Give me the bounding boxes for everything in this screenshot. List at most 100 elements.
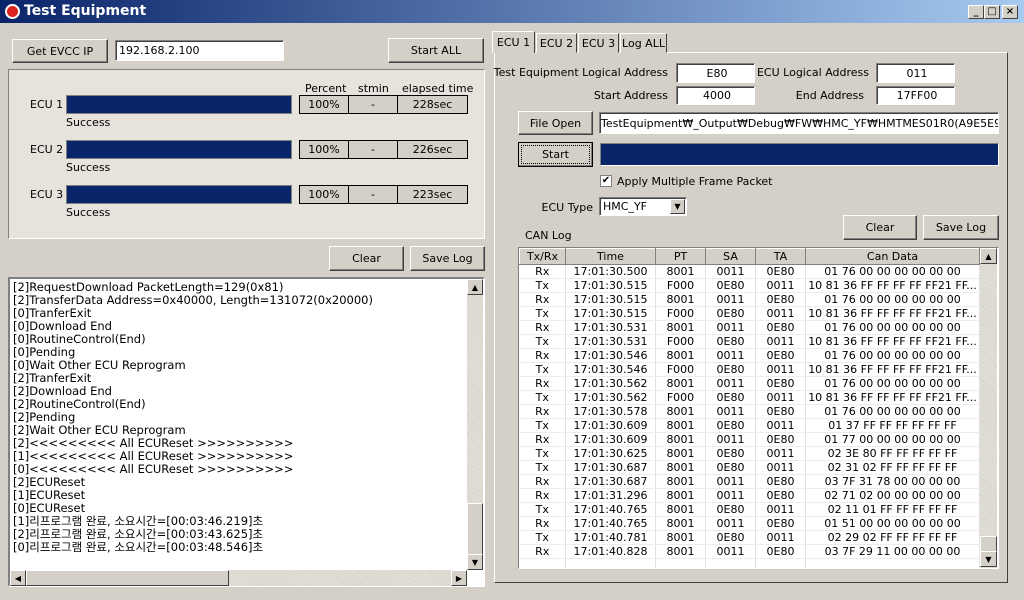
table-row[interactable]: Tx 17:01:30.562 F000 0E80 0011 10 81 36 FF FF… (519, 390, 980, 405)
table-row[interactable]: Tx 17:01:30.687 8001 0E80 0011 02 31 02 FF FF… (519, 460, 980, 475)
table-row[interactable]: Tx 17:01:30.515 F000 0E80 0011 10 81 36 FF FF… (519, 306, 980, 321)
scroll-thumb[interactable] (980, 536, 997, 552)
table-row[interactable]: Tx 17:01:30.546 F000 0E80 0011 10 81 36 FF FF… (519, 362, 980, 377)
table-cell: F000 (655, 334, 706, 349)
file-open-button[interactable]: File Open (518, 111, 593, 135)
table-cell: Rx (519, 264, 566, 279)
table-row[interactable]: Tx 17:01:30.625 8001 0E80 0011 02 3E 80 FF FF… (519, 446, 980, 461)
minimize-button[interactable]: _ (968, 5, 984, 19)
tab-log-all[interactable]: Log ALL (620, 33, 667, 53)
table-row[interactable]: Rx 17:01:31.296 8001 0011 0E80 02 71 02 00 00… (519, 488, 980, 503)
scroll-thumb[interactable] (467, 503, 483, 555)
table-cell: 8001 (655, 404, 706, 419)
log-horizontal-scrollbar[interactable]: ◀ ▶ (10, 570, 467, 586)
table-cell: 0011 (705, 320, 756, 335)
te-address-input[interactable]: E80 (676, 63, 755, 83)
table-row[interactable]: Tx 17:01:30.531 F000 0E80 0011 10 81 36 FF FF… (519, 334, 980, 349)
column-header[interactable]: PT (655, 248, 706, 265)
start-all-button[interactable]: Start ALL (388, 38, 484, 63)
table-cell: 0E80 (705, 334, 756, 349)
table-cell: Tx (519, 502, 566, 517)
table-cell: Rx (519, 348, 566, 363)
table-row[interactable]: Rx 17:01:30.546 8001 0011 0E80 01 76 00 00 00… (519, 348, 980, 363)
column-header[interactable]: SA (705, 248, 756, 265)
table-cell: 0E80 (755, 348, 806, 363)
ecu-status: Success (66, 206, 111, 219)
start-address-input[interactable]: 4000 (676, 86, 755, 105)
stmin-header: stmin (358, 82, 389, 95)
table-cell: Tx (519, 460, 566, 475)
clear-button[interactable]: Clear (329, 246, 404, 271)
table-row[interactable]: Rx 17:01:40.765 8001 0011 0E80 01 51 00 00 00… (519, 516, 980, 531)
column-header[interactable]: Time (565, 248, 656, 265)
table-cell: 01 76 00 00 00 00 00 00 (805, 320, 980, 335)
table-row[interactable]: Tx 17:01:40.765 8001 0E80 0011 02 11 01 FF FF… (519, 502, 980, 517)
table-cell: 0011 (755, 306, 806, 321)
scroll-up-arrow-icon[interactable]: ▲ (980, 248, 997, 264)
table-row[interactable]: Rx 17:01:30.500 8001 0011 0E80 01 76 00 00 00… (519, 264, 980, 279)
table-cell: 17:01:30.625 (565, 446, 656, 461)
maximize-button[interactable]: □ (984, 5, 1000, 19)
hscroll-thumb[interactable] (26, 570, 229, 586)
table-row[interactable]: Rx 17:01:30.531 8001 0011 0E80 01 76 00 00 00… (519, 320, 980, 335)
log-vertical-scrollbar[interactable]: ▲ ▼ (467, 279, 483, 570)
table-cell: 0E80 (705, 502, 756, 517)
table-cell: 0E80 (755, 488, 806, 503)
end-address-input[interactable]: 17FF00 (876, 86, 955, 105)
table-cell: 17:01:30.578 (565, 404, 656, 419)
ecu-progress-track (66, 95, 292, 114)
tab-ecu1[interactable]: ECU 1 (492, 31, 535, 53)
table-cell: Tx (519, 278, 566, 293)
table-row[interactable]: Rx 17:01:30.562 8001 0011 0E80 01 76 00 00 00… (519, 376, 980, 391)
start-button[interactable]: Start (518, 142, 593, 167)
ecu-elapsed: 223sec (397, 185, 468, 204)
can-log-table[interactable]: Tx/Rx Time PT SA TA Can Data Rx 17:01:30.500 80… (518, 247, 999, 569)
table-row[interactable]: Tx 17:01:30.609 8001 0E80 0011 01 37 FF FF FF… (519, 418, 980, 433)
table-row[interactable]: Rx 17:01:30.578 8001 0011 0E80 01 76 00 00 00… (519, 404, 980, 419)
can-vertical-scrollbar[interactable]: ▲ ▼ (980, 248, 997, 568)
scroll-up-arrow-icon[interactable]: ▲ (467, 279, 483, 295)
ecu-status: Success (66, 161, 111, 174)
table-cell: 8001 (655, 516, 706, 531)
table-row[interactable]: Tx 17:01:40.781 8001 0E80 0011 02 29 02 FF FF… (519, 530, 980, 545)
table-row[interactable]: Rx 17:01:40.828 8001 0011 0E80 03 7F 29 11 00… (519, 544, 980, 559)
scroll-down-arrow-icon[interactable]: ▼ (467, 554, 483, 570)
save-log-button[interactable]: Save Log (410, 246, 485, 271)
tab-ecu2[interactable]: ECU 2 (536, 33, 577, 53)
ecu-stmin: - (348, 185, 398, 204)
ip-input[interactable]: 192.168.2.100 (115, 40, 284, 61)
apply-mfp-checkbox[interactable]: ✔ (600, 175, 612, 187)
close-button[interactable]: × (1002, 5, 1018, 19)
table-cell: 8001 (655, 320, 706, 335)
get-evcc-ip-button[interactable]: Get EVCC IP (12, 39, 108, 63)
column-header[interactable]: TA (755, 248, 806, 265)
table-cell: 0E80 (705, 418, 756, 433)
table-cell: 10 81 36 FF FF FF FF FF21 FF... (805, 306, 980, 321)
title-bar: Test Equipment _ □ × (0, 0, 1024, 23)
table-cell: 0E80 (755, 292, 806, 307)
table-cell: 01 76 00 00 00 00 00 00 (805, 404, 980, 419)
chevron-down-icon[interactable]: ▼ (670, 199, 685, 214)
can-clear-button[interactable]: Clear (843, 215, 917, 240)
table-cell: 0E80 (755, 376, 806, 391)
scroll-left-arrow-icon[interactable]: ◀ (10, 570, 26, 586)
table-cell: Rx (519, 432, 566, 447)
table-row[interactable]: Rx 17:01:30.609 8001 0011 0E80 01 77 00 00 00… (519, 432, 980, 447)
column-header[interactable]: Can Data (805, 248, 980, 265)
table-row[interactable]: Tx 17:01:30.515 F000 0E80 0011 10 81 36 FF FF… (519, 278, 980, 293)
ecu-type-select[interactable]: HMC_YF ▼ (599, 197, 687, 216)
tab-ecu3[interactable]: ECU 3 (578, 33, 619, 53)
ecu-address-input[interactable]: 011 (876, 63, 955, 83)
column-header[interactable]: Tx/Rx (519, 248, 566, 265)
file-path-input[interactable]: TestEquipment₩_Output₩Debug₩FW₩HMC_YF₩HM… (599, 112, 999, 134)
table-cell: 17:01:30.546 (565, 348, 656, 363)
scroll-down-arrow-icon[interactable]: ▼ (980, 551, 997, 567)
message-log[interactable]: [2]RequestDownload PacketLength=129(0x81… (8, 277, 485, 587)
scroll-right-arrow-icon[interactable]: ▶ (451, 570, 467, 586)
can-save-log-button[interactable]: Save Log (923, 215, 999, 240)
table-cell: 0011 (705, 474, 756, 489)
table-row[interactable]: Rx 17:01:30.515 8001 0011 0E80 01 76 00 00 00… (519, 292, 980, 307)
table-row[interactable]: Rx 17:01:30.687 8001 0011 0E80 03 7F 31 78 00… (519, 474, 980, 489)
table-cell: 10 81 36 FF FF FF FF FF21 FF... (805, 390, 980, 405)
table-cell: Rx (519, 320, 566, 335)
